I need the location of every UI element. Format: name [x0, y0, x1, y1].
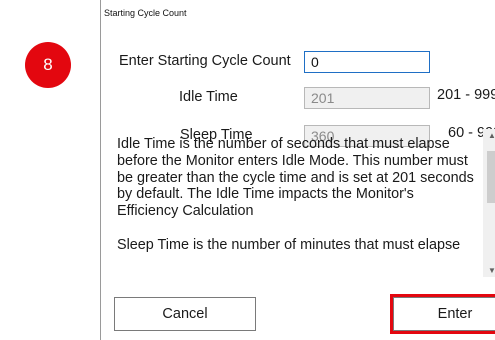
help-scrollbar[interactable]: ▲ ▼	[483, 129, 495, 277]
dialog-title: Starting Cycle Count	[104, 8, 187, 18]
enter-button-highlight	[390, 294, 495, 334]
scroll-down-arrow-icon[interactable]: ▼	[483, 266, 495, 275]
sleep-time-help-paragraph: Sleep Time is the number of minutes that…	[117, 236, 461, 253]
starting-cycle-count-input[interactable]	[304, 51, 430, 73]
step-number-badge: 8	[25, 42, 71, 88]
idle-time-range: 201 - 999	[437, 87, 495, 103]
idle-time-field	[304, 87, 430, 109]
scroll-up-arrow-icon[interactable]: ▲	[483, 131, 495, 140]
tutorial-screenshot: 8 Starting Cycle Count Enter Starting Cy…	[0, 0, 495, 340]
cancel-button[interactable]: Cancel	[114, 297, 256, 331]
scroll-thumb[interactable]	[487, 151, 495, 203]
idle-time-help-paragraph: Idle Time is the number of seconds that …	[117, 136, 474, 220]
help-text-area: Idle Time is the number of seconds that …	[111, 129, 489, 277]
help-text: Idle Time is the number of seconds that …	[117, 136, 479, 271]
starting-cycle-count-dialog: Starting Cycle Count Enter Starting Cycl…	[100, 0, 495, 340]
step-number: 8	[43, 55, 53, 74]
starting-cycle-count-label: Enter Starting Cycle Count	[119, 53, 291, 69]
idle-time-label: Idle Time	[179, 89, 238, 105]
